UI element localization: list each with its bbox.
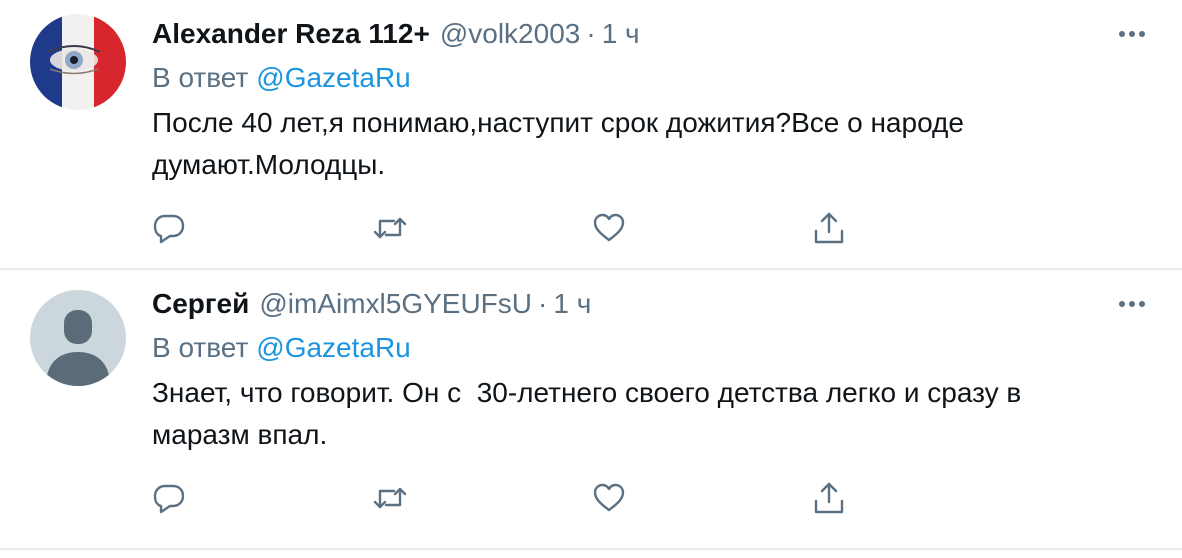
reply-context: В ответ @GazetaRu (152, 58, 1152, 98)
like-button[interactable] (592, 208, 812, 248)
reply-mention-link[interactable]: @GazetaRu (256, 332, 411, 363)
more-icon (1119, 301, 1145, 307)
share-icon (814, 212, 844, 244)
retweet-button[interactable] (372, 478, 592, 518)
avatar[interactable] (30, 14, 126, 110)
tweet-actions (152, 208, 1032, 248)
reply-context: В ответ @GazetaRu (152, 328, 1152, 368)
tweet-divider (0, 548, 1182, 550)
retweet-icon (373, 487, 407, 509)
reply-button[interactable] (152, 478, 372, 518)
tweet-header: Сергей @imAimxl5GYEUFsU · 1 ч (152, 284, 1152, 324)
french-flag-eye-avatar (30, 14, 126, 110)
more-button[interactable] (1112, 288, 1152, 320)
display-name[interactable]: Сергей (152, 284, 249, 324)
reply-icon (153, 214, 185, 244)
timestamp[interactable]: 1 ч (553, 284, 591, 324)
separator: · (586, 18, 596, 49)
user-handle[interactable]: @imAimxl5GYEUFsU (259, 284, 532, 324)
share-button[interactable] (812, 208, 1032, 248)
like-icon (593, 483, 625, 512)
tweet-text: Знает, что говорит. Он с 30-летнего свое… (152, 377, 1030, 450)
reply-icon (153, 484, 185, 514)
tweet[interactable]: Alexander Reza 112+ @volk2003 · 1 ч В от… (0, 0, 1182, 268)
like-button[interactable] (592, 478, 812, 518)
tweet-actions (152, 478, 1032, 518)
more-button[interactable] (1112, 18, 1152, 50)
tweet-text: После 40 лет,я понимаю,наступит срок дож… (152, 107, 972, 180)
retweet-button[interactable] (372, 208, 592, 248)
more-icon (1119, 31, 1145, 37)
separator: · (538, 288, 548, 319)
reply-prefix: В ответ (152, 62, 249, 93)
share-icon (814, 482, 844, 514)
reply-prefix: В ответ (152, 332, 249, 363)
display-name[interactable]: Alexander Reza 112+ (152, 14, 430, 54)
retweet-icon (373, 217, 407, 239)
avatar[interactable] (30, 290, 126, 386)
reply-button[interactable] (152, 208, 372, 248)
default-avatar (30, 290, 126, 386)
like-icon (593, 213, 625, 242)
share-button[interactable] (812, 478, 1032, 518)
user-handle[interactable]: @volk2003 (440, 14, 581, 54)
tweet[interactable]: Сергей @imAimxl5GYEUFsU · 1 ч В ответ @Ga… (0, 270, 1182, 548)
timestamp[interactable]: 1 ч (602, 14, 640, 54)
reply-mention-link[interactable]: @GazetaRu (256, 62, 411, 93)
tweet-header: Alexander Reza 112+ @volk2003 · 1 ч (152, 14, 1152, 54)
